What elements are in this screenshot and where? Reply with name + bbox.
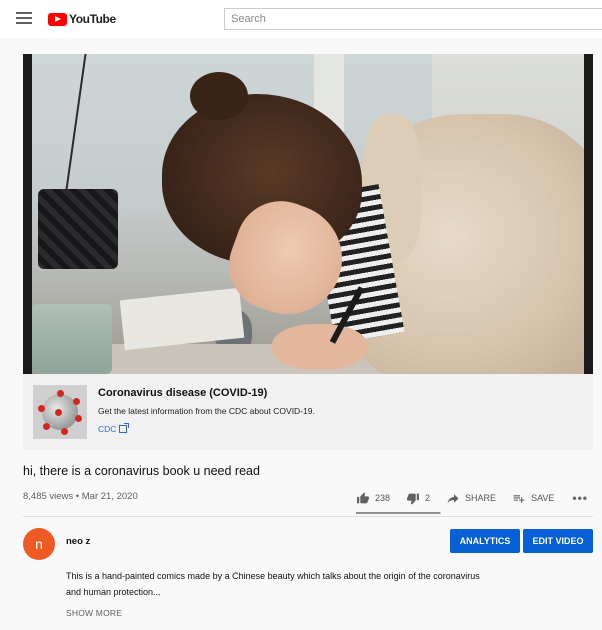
dislike-count: 2 — [425, 493, 431, 503]
dislike-button[interactable]: 2 — [406, 492, 430, 505]
edit-video-button[interactable]: EDIT VIDEO — [523, 529, 593, 553]
handbag-image — [38, 189, 118, 269]
menu-icon[interactable] — [16, 12, 32, 26]
show-more-button[interactable]: SHOW MORE — [66, 608, 122, 618]
playlist-add-icon — [513, 494, 525, 503]
divider — [23, 516, 593, 517]
cdc-link[interactable]: CDC — [98, 423, 130, 434]
like-count: 238 — [375, 493, 391, 503]
share-button[interactable]: SHARE — [446, 492, 496, 505]
external-link-icon — [119, 423, 130, 433]
virus-thumbnail — [33, 385, 87, 439]
video-frame — [32, 54, 584, 374]
video-actions: 238 2 SHARE SAVE ••• — [356, 488, 588, 508]
share-icon — [447, 493, 459, 503]
video-meta: 8,485 views • Mar 21, 2020 — [23, 491, 138, 502]
share-label: SHARE — [465, 493, 497, 503]
channel-name[interactable]: neo z — [66, 536, 90, 547]
analytics-button[interactable]: ANALYTICS — [450, 529, 520, 553]
cdc-link-label: CDC — [98, 424, 117, 434]
video-description: This is a hand-painted comics made by a … — [66, 571, 480, 597]
top-bar: YouTube — [0, 0, 602, 38]
video-player[interactable] — [23, 54, 593, 374]
youtube-logo[interactable]: YouTube — [48, 12, 116, 26]
save-label: SAVE — [531, 493, 555, 503]
youtube-logo-icon — [48, 12, 67, 26]
search-input[interactable] — [225, 9, 602, 29]
thumbs-down-icon — [407, 493, 419, 504]
like-button[interactable]: 238 — [356, 492, 390, 505]
more-icon: ••• — [572, 491, 589, 505]
thumbs-up-icon — [357, 492, 369, 503]
search-box — [224, 8, 602, 30]
save-button[interactable]: SAVE — [512, 492, 554, 505]
video-title: hi, there is a coronavirus book u need r… — [23, 464, 260, 478]
logo-text: YouTube — [69, 12, 116, 26]
covid-info-panel: Coronavirus disease (COVID-19) Get the l… — [23, 374, 593, 450]
more-actions-button[interactable]: ••• — [572, 491, 588, 505]
like-ratio-bar — [356, 512, 441, 514]
info-panel-title: Coronavirus disease (COVID-19) — [98, 387, 268, 399]
info-panel-description: Get the latest information from the CDC … — [98, 406, 315, 416]
channel-avatar[interactable]: n — [23, 528, 55, 560]
